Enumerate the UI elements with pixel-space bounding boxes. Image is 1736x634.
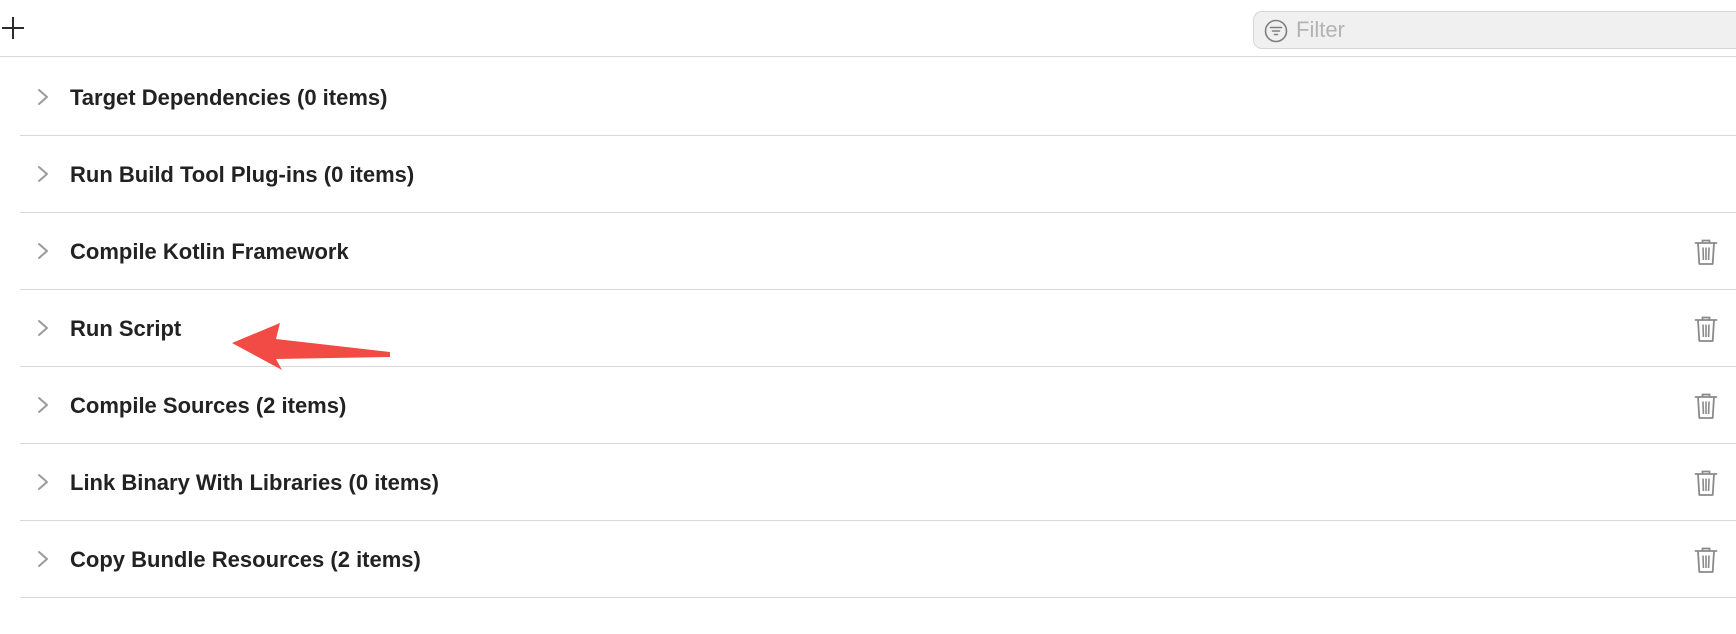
build-phase-row[interactable]: Compile Sources (2 items)	[20, 367, 1736, 444]
disclosure-chevron-icon[interactable]	[36, 242, 50, 260]
build-phase-row[interactable]: Run Script	[20, 290, 1736, 367]
trash-icon[interactable]	[1694, 238, 1718, 266]
build-phase-label: Copy Bundle Resources (2 items)	[70, 547, 421, 572]
build-phase-label: Target Dependencies (0 items)	[70, 85, 388, 110]
plus-icon	[2, 17, 24, 39]
build-phase-label: Run Build Tool Plug-ins (0 items)	[70, 162, 415, 187]
build-phase-label: Compile Sources (2 items)	[70, 393, 347, 418]
filter-input[interactable]	[1296, 12, 1716, 48]
build-phase-label: Run Script	[70, 316, 182, 341]
disclosure-chevron-icon[interactable]	[36, 396, 50, 414]
trash-icon[interactable]	[1694, 469, 1718, 497]
build-phase-row[interactable]: Target Dependencies (0 items)	[20, 59, 1736, 136]
build-phase-label: Compile Kotlin Framework	[70, 239, 349, 264]
trash-icon[interactable]	[1694, 392, 1718, 420]
build-phase-row[interactable]: Link Binary With Libraries (0 items)	[20, 444, 1736, 521]
disclosure-chevron-icon[interactable]	[36, 550, 50, 568]
trash-icon[interactable]	[1694, 315, 1718, 343]
filter-field[interactable]	[1253, 11, 1736, 49]
disclosure-chevron-icon[interactable]	[36, 473, 50, 491]
disclosure-chevron-icon[interactable]	[36, 165, 50, 183]
build-phase-row[interactable]: Compile Kotlin Framework	[20, 213, 1736, 290]
add-build-phase-button[interactable]	[0, 14, 26, 42]
build-phases-list: Target Dependencies (0 items) Run Build T…	[20, 59, 1736, 598]
filter-icon	[1264, 19, 1288, 43]
build-phase-row[interactable]: Copy Bundle Resources (2 items)	[20, 521, 1736, 598]
trash-icon[interactable]	[1694, 546, 1718, 574]
build-phase-row[interactable]: Run Build Tool Plug-ins (0 items)	[20, 136, 1736, 213]
build-phase-label: Link Binary With Libraries (0 items)	[70, 470, 439, 495]
disclosure-chevron-icon[interactable]	[36, 319, 50, 337]
build-phases-toolbar	[0, 0, 1736, 57]
disclosure-chevron-icon[interactable]	[36, 88, 50, 106]
